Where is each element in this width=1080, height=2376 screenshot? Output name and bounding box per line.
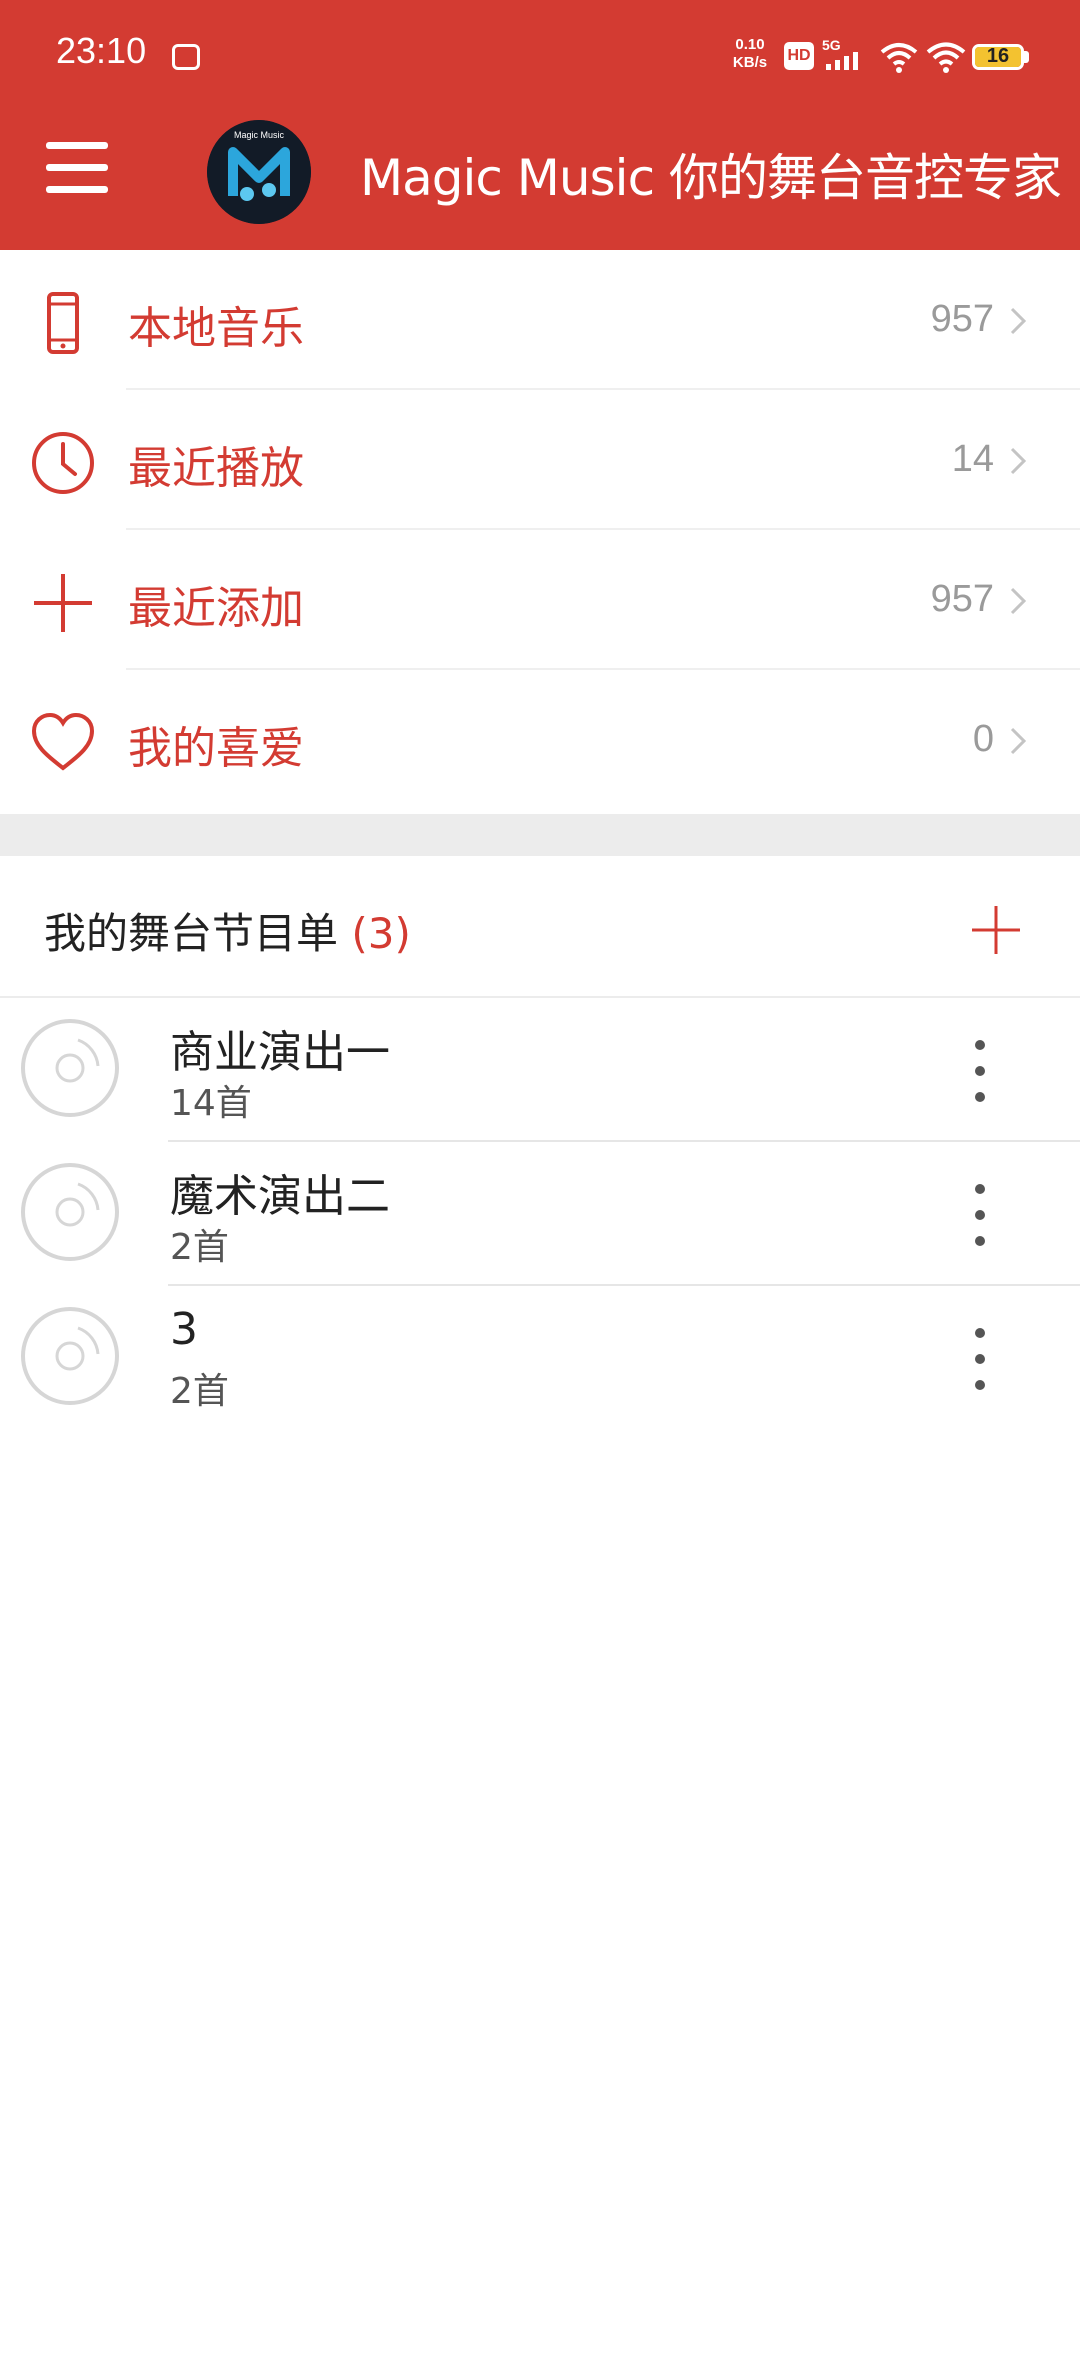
playlist-name: 商业演出一 — [170, 1027, 390, 1078]
playlist-item[interactable]: 魔术演出二 2首 — [0, 1142, 1080, 1286]
menu-item-count: 14 — [951, 438, 994, 480]
battery-level: 16 — [986, 45, 1010, 67]
signal-icon: 5G — [822, 37, 858, 70]
hd-badge: HD — [784, 42, 814, 70]
menu-item-label: 本地音乐 — [128, 303, 304, 354]
wifi-icon-2 — [926, 42, 966, 73]
playlist-count: (3) — [351, 909, 411, 958]
status-time: 23:10 — [56, 30, 147, 71]
network-type: 5G — [822, 37, 841, 53]
logo-text: Magic Music — [234, 130, 285, 140]
more-options-icon[interactable] — [960, 1180, 1000, 1250]
section-divider — [0, 814, 1080, 856]
plus-icon — [34, 574, 92, 632]
chevron-right-icon — [1010, 727, 1027, 755]
more-options-icon[interactable] — [960, 1324, 1000, 1394]
disc-icon — [21, 1163, 119, 1261]
menu-item-label: 最近添加 — [128, 583, 304, 634]
playlist-section-label: 我的舞台节目单 — [44, 909, 339, 958]
notification-icon — [172, 44, 200, 70]
add-playlist-button[interactable] — [966, 900, 1026, 960]
menu-item-label: 我的喜爱 — [128, 723, 304, 774]
playlist-name: 3 — [170, 1304, 198, 1355]
app-logo: Magic Music — [207, 120, 311, 224]
status-bar: 23:10 0.10 KB/s HD 5G 16 — [0, 0, 1080, 110]
chevron-right-icon — [1010, 307, 1027, 335]
more-options-icon[interactable] — [960, 1036, 1000, 1106]
playlist-section-header: 我的舞台节目单 (3) — [0, 856, 1080, 998]
net-speed: 0.10 KB/s — [726, 36, 774, 72]
chevron-right-icon — [1010, 447, 1027, 475]
net-speed-value: 0.10 — [735, 36, 765, 53]
app-title: Magic Music 你的舞台音控专家 — [360, 149, 1062, 207]
playlist-song-count: 2首 — [170, 1371, 229, 1412]
net-speed-unit: KB/s — [732, 54, 768, 71]
menu-item-label: 最近播放 — [128, 443, 304, 494]
menu-item-recent-added[interactable]: 最近添加 957 — [0, 530, 1080, 670]
menu-item-count: 0 — [972, 718, 994, 760]
menu-item-recent-played[interactable]: 最近播放 14 — [0, 390, 1080, 530]
clock-icon — [32, 432, 94, 494]
phone-icon — [47, 292, 79, 354]
playlist-item[interactable]: 3 2首 — [0, 1286, 1080, 1430]
menu-item-count: 957 — [930, 578, 994, 620]
wifi-icon — [880, 43, 918, 73]
playlist-section-title: 我的舞台节目单 (3) — [44, 900, 411, 961]
playlist-item[interactable]: 商业演出一 14首 — [0, 998, 1080, 1142]
playlist-song-count: 14首 — [170, 1083, 252, 1124]
heart-icon — [31, 712, 95, 771]
disc-icon — [21, 1019, 119, 1117]
hamburger-menu-icon[interactable] — [46, 142, 110, 194]
playlist-name: 魔术演出二 — [170, 1171, 390, 1222]
menu-item-favorites[interactable]: 我的喜爱 0 — [0, 670, 1080, 810]
chevron-right-icon — [1010, 587, 1027, 615]
menu-item-count: 957 — [930, 298, 994, 340]
menu-item-local-music[interactable]: 本地音乐 957 — [0, 250, 1080, 390]
playlist-song-count: 2首 — [170, 1227, 229, 1268]
disc-icon — [21, 1307, 119, 1405]
app-bar: 23:10 0.10 KB/s HD 5G 16 Magic Music Mag… — [0, 0, 1080, 250]
battery-icon: 16 — [972, 44, 1024, 70]
